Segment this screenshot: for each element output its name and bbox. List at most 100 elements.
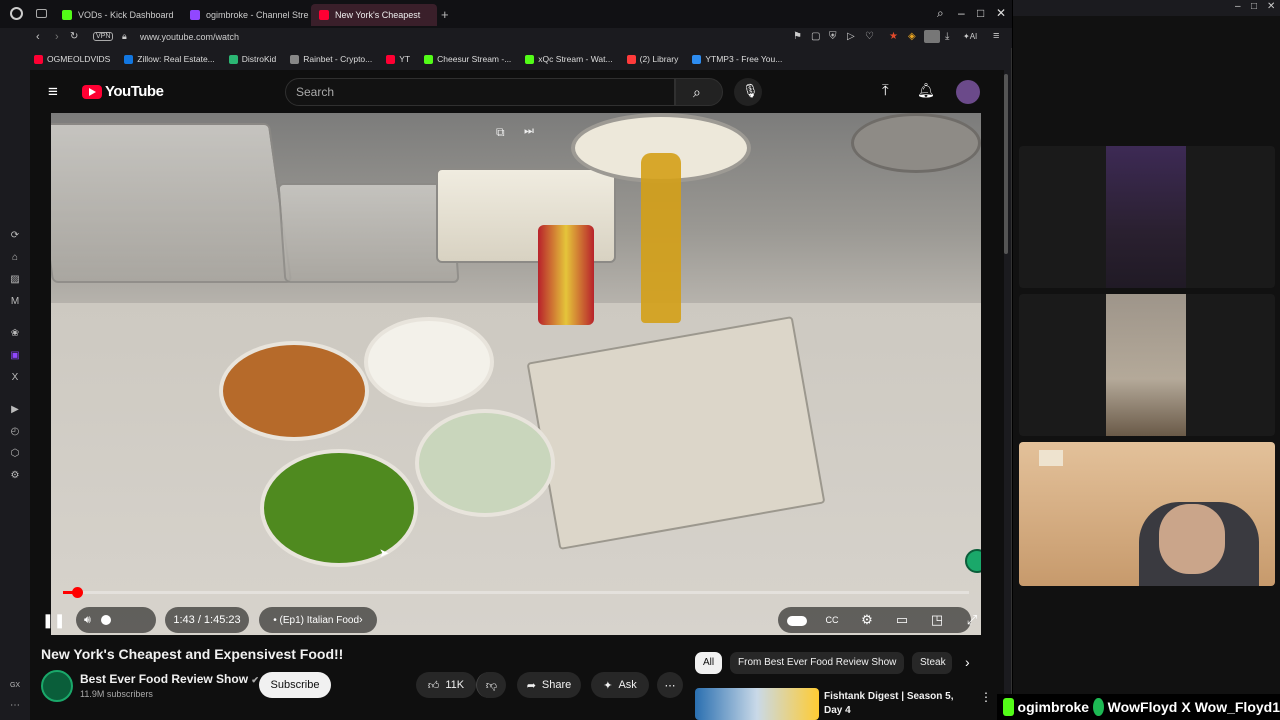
close-button[interactable]: ✕ [996, 6, 1006, 20]
bookmark-cheesur[interactable]: Cheesur Stream -... [424, 54, 511, 64]
minimize-button[interactable]: – [1235, 1, 1241, 12]
reload-icon[interactable]: ↻ [70, 31, 78, 42]
twitter-icon[interactable]: ⌂ [9, 252, 21, 264]
channel-name[interactable]: Best Ever Food Review Show ✔ [80, 672, 259, 686]
new-tab-button[interactable]: + [441, 7, 449, 22]
video-player[interactable]: ⧉ ⏭ ➤ [51, 113, 981, 635]
chip-from-channel[interactable]: From Best Ever Food Review Show [730, 652, 905, 674]
tab-ogimbroke[interactable]: ogimbroke - Channel Stre [182, 4, 310, 26]
tab-youtube-active[interactable]: New York's Cheapest [311, 4, 437, 26]
voice-search-button[interactable]: 🎙︎ [734, 78, 762, 106]
more-icon[interactable]: ⋯ [9, 700, 21, 712]
chip-all[interactable]: All [695, 652, 723, 674]
maximize-button[interactable]: □ [977, 6, 984, 20]
bookmark-rainbet[interactable]: Rainbet - Crypto... [290, 54, 372, 64]
autoplay-toggle[interactable] [786, 609, 808, 631]
recommended-thumbnail[interactable] [695, 688, 819, 720]
dislike-button[interactable]: 👎︎ [476, 672, 506, 698]
share-button[interactable]: ➦ Share [517, 672, 581, 698]
snapshot-icon[interactable]: ▢ [811, 31, 820, 42]
notifications-bell-icon[interactable]: 🔔︎ [917, 82, 935, 99]
forward-icon[interactable]: › [55, 31, 59, 43]
captions-icon[interactable]: CC [821, 609, 843, 631]
progress-scrubber[interactable] [72, 587, 84, 598]
recommended-more-icon[interactable]: ⋮ [980, 690, 992, 704]
close-button[interactable]: ✕ [1267, 1, 1275, 12]
bookmark-library[interactable]: (2) Library [626, 54, 678, 64]
chapter-button[interactable]: • (Ep1) Italian Food › [259, 607, 377, 633]
tab-kick-vods[interactable]: VODs - Kick Dashboard [54, 4, 182, 26]
bookmark-page-icon[interactable]: ⚑ [793, 31, 802, 42]
pin-icon[interactable]: ▨ [9, 274, 21, 286]
volume-slider-thumb[interactable] [100, 615, 111, 625]
search-tabs-icon[interactable]: ⌕ [937, 6, 944, 21]
history-icon[interactable]: ◴ [9, 426, 21, 438]
download-icon[interactable]: ⤓ [945, 31, 949, 42]
youtube-logo[interactable]: YouTube [82, 83, 164, 100]
chatgpt-icon[interactable]: ❀ [9, 328, 21, 340]
twitch-icon[interactable]: ▣ [9, 350, 21, 362]
fullscreen-icon[interactable]: ⤢ [961, 609, 983, 631]
player-icon[interactable]: ▶ [9, 404, 21, 416]
subscribe-button[interactable]: Subscribe [259, 672, 331, 698]
heart-icon[interactable]: ♡ [865, 31, 874, 42]
bookmark-xqc[interactable]: xQc Stream - Wat... [525, 54, 613, 64]
upload-icon[interactable]: ⤒ [882, 82, 889, 99]
gx-corner-icon[interactable]: GX [9, 680, 21, 692]
more-actions-button[interactable]: ⋯ [657, 672, 683, 698]
channel-avatar[interactable] [41, 670, 73, 702]
youtube-logo-icon [82, 84, 102, 99]
profile-thumbnail-icon[interactable] [924, 30, 940, 43]
popout-icon[interactable]: ⧉ [496, 125, 505, 140]
player-icon[interactable]: ▷ [847, 31, 855, 42]
ask-button[interactable]: ✦ Ask [591, 672, 649, 698]
extension-yellow-icon[interactable]: ◈ [908, 31, 916, 42]
settings-gear-icon[interactable]: ⚙ [856, 609, 878, 631]
bookmark-label: YTMP3 - Free You... [705, 54, 783, 64]
workspaces-icon[interactable] [36, 9, 47, 18]
more-dots-icon: ⋯ [664, 679, 676, 692]
progress-bar[interactable] [63, 587, 969, 598]
streamer-handles-bar: ogimbroke WowFloyd X Wow_Floyd1 [997, 694, 1280, 720]
theater-mode-icon[interactable]: ▭ [891, 609, 913, 631]
chips-next-icon[interactable]: › [965, 654, 970, 670]
search-input[interactable]: Search [285, 78, 675, 106]
vpn-badge[interactable]: VPN [93, 32, 114, 41]
back-icon[interactable]: ‹ [36, 31, 40, 43]
pause-icon[interactable]: ❚❚ [42, 609, 65, 631]
opera-logo-icon[interactable] [10, 7, 23, 20]
minimize-button[interactable]: – [958, 6, 965, 20]
maximize-button[interactable]: □ [1251, 1, 1257, 12]
extension-red-icon[interactable]: ★ [889, 31, 898, 42]
messenger-icon[interactable]: M [9, 296, 21, 308]
volume-control[interactable]: 🔊︎ [76, 607, 156, 633]
chapter-label: • (Ep1) Italian Food [273, 614, 360, 626]
bookmark-ytmp3[interactable]: YTMP3 - Free You... [692, 54, 782, 64]
recommended-title[interactable]: Fishtank Digest | Season 5, Day 4 [824, 690, 974, 718]
x-icon[interactable]: X [9, 372, 21, 384]
bookmark-distrokid[interactable]: DistroKid [228, 54, 276, 64]
browser-window: VODs - Kick Dashboard ogimbroke - Channe… [0, 0, 1012, 720]
like-button[interactable]: 👍︎ 11K [416, 672, 476, 698]
page-scrollbar[interactable] [1004, 74, 1008, 254]
skip-icon[interactable]: ⏭ [524, 125, 534, 138]
hamburger-menu-icon[interactable]: ≡ [48, 82, 58, 102]
microphone-icon: 🎙︎ [742, 83, 759, 98]
menu-icon[interactable]: ≡ [993, 30, 999, 42]
thumbs-down-icon: 👎︎ [485, 679, 498, 692]
video-frame-bottle [641, 153, 681, 323]
extensions-icon[interactable]: ⬡ [9, 448, 21, 460]
aria-icon[interactable]: ⟳ [9, 230, 21, 242]
cast-icon[interactable]: ◳ [926, 609, 948, 631]
url-field[interactable]: www.youtube.com/watch [140, 32, 239, 42]
bookmark-zillow[interactable]: Zillow: Real Estate... [124, 54, 215, 64]
search-button[interactable]: ⌕ [675, 78, 723, 106]
settings-icon[interactable]: ⚙ [9, 470, 21, 482]
shield-icon[interactable]: ⛨ [829, 31, 837, 42]
bookmark-yt[interactable]: YT [386, 54, 410, 64]
bookmark-ogmeoldvids[interactable]: OGMEOLDVIDS [34, 54, 110, 64]
kick-icon [62, 10, 72, 20]
account-avatar[interactable] [956, 80, 980, 104]
chip-steak[interactable]: Steak [912, 652, 952, 674]
ai-icon[interactable]: ✦AI [963, 32, 977, 41]
